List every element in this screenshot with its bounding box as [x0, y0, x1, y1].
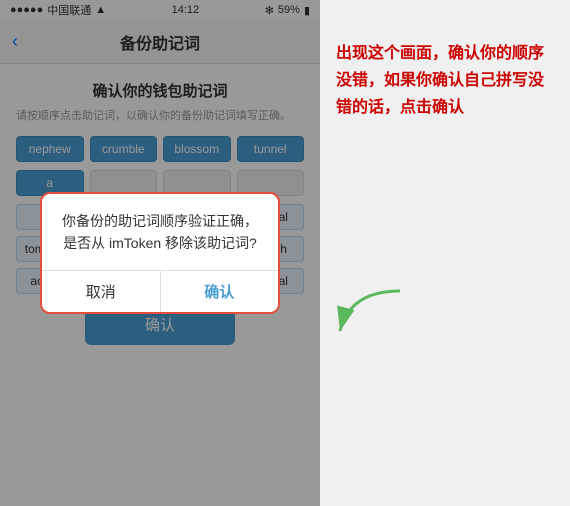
modal-box: 你备份的助记词顺序验证正确，是否从 imToken 移除该助记词? 取消 确认 — [40, 192, 280, 315]
modal-message: 你备份的助记词顺序验证正确，是否从 imToken 移除该助记词? — [58, 210, 262, 255]
arrow-container — [330, 281, 410, 346]
phone-frame: ●●●●● 中国联通 ▲ 14:12 ✻ 59% ▮ ‹ 备份助记词 确认你的钱… — [0, 0, 320, 506]
modal-overlay: 你备份的助记词顺序验证正确，是否从 imToken 移除该助记词? 取消 确认 — [0, 0, 320, 506]
modal-cancel-button[interactable]: 取消 — [42, 271, 161, 312]
annotation-text: 出现这个画面，确认你的顺序没错，如果你确认自己拼写没错的话，点击确认 — [336, 40, 554, 122]
modal-ok-button[interactable]: 确认 — [161, 271, 279, 312]
annotation-panel: 出现这个画面，确认你的顺序没错，如果你确认自己拼写没错的话，点击确认 — [320, 0, 570, 506]
arrow-icon — [330, 281, 410, 341]
modal-buttons: 取消 确认 — [42, 270, 278, 312]
